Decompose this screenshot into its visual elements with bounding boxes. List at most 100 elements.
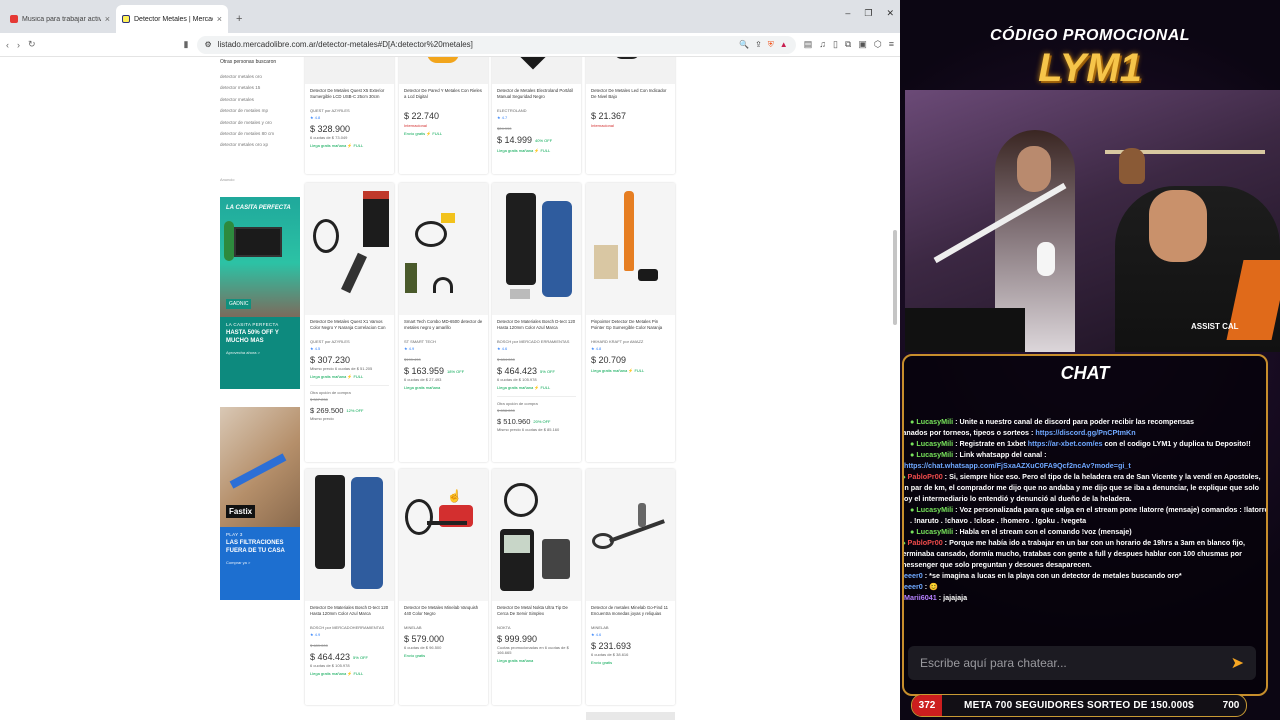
chat-input[interactable]: Escribe aquí para chatear... ➤ (908, 646, 1256, 680)
product-title[interactable]: Detector De Metales Quest X1 Vamos Color… (310, 319, 389, 338)
chat-text: ganados por torneos, tipeos o sorteos : (902, 428, 1036, 437)
product-card[interactable]: Detector De Metales Led Con Indicador De… (586, 57, 675, 174)
chat-user-badge: ● (910, 450, 915, 459)
product-shipping: Llega gratis mañana ⚡ FULL (310, 374, 364, 379)
media-icon[interactable]: ♫ (819, 39, 826, 50)
close-tab-icon[interactable]: × (105, 14, 110, 24)
brave-rewards-icon[interactable]: ▲ (780, 40, 788, 49)
chat-link[interactable]: https://chat.whatsapp.com/FjSxaAZXuC0FA9… (904, 461, 1131, 470)
product-card[interactable]: Detector De Metal Nokta Ultra Tip De Cer… (492, 469, 581, 705)
vpn-icon[interactable]: ⬡ (874, 39, 882, 50)
product-card[interactable]: Detector De Pared Y Metales Con Rieles a… (399, 57, 488, 174)
chat-text: : Si, siempre hice eso. Pero el tipo de … (902, 472, 1261, 503)
zoom-icon[interactable]: 🔍 (739, 40, 749, 49)
sidebar-icon[interactable]: ▯ (833, 39, 838, 50)
new-tab-button[interactable]: + (228, 5, 250, 33)
product-card[interactable]: Pinpointer Detector De Metales Pin Point… (586, 183, 675, 462)
page-scrollbar[interactable] (892, 60, 898, 720)
product-old-price: $ 489.000 (310, 643, 328, 648)
product-rating: ★ 4.6 (497, 346, 508, 351)
chat-username: LucasyMili (916, 527, 954, 536)
ad-banner-gadnic[interactable]: LA CASITA PERFECTA GADNIC LA CASITA PERF… (220, 197, 300, 389)
back-icon[interactable]: ‹ (6, 40, 9, 50)
product-title[interactable]: Detector De Metales Led Con Indicador De… (591, 88, 670, 107)
product-title[interactable]: Detector de Metales Electroland Portátil… (497, 88, 576, 107)
product-card[interactable]: Detector De Materiales Bosch D-tect 120 … (492, 183, 581, 462)
goal-current-count: 372 (912, 695, 942, 716)
bookmark-icon[interactable]: ▮ (184, 39, 189, 50)
promo-label: CÓDIGO PROMOCIONAL (989, 27, 1191, 44)
chat-link[interactable]: https://ar-xbet.com/es (1028, 439, 1103, 448)
product-price: $ 328.900 (310, 124, 351, 134)
product-card[interactable]: Smart Tech Combo MD-6500 detector de met… (399, 183, 488, 462)
coil-image-icon (313, 219, 339, 253)
close-window-icon[interactable]: ✕ (886, 8, 894, 19)
related-search-link[interactable]: detector de metales mp (220, 105, 300, 116)
address-bar[interactable]: ⚙ listado.mercadolibre.com.ar/detector-m… (196, 35, 796, 54)
product-installments: 6 cuotas de $ 73.049 (310, 135, 348, 140)
product-shipping: Llega gratis mañana ⚡ FULL (497, 148, 551, 153)
restore-icon[interactable]: ❐ (864, 8, 872, 19)
related-search-link[interactable]: detector metales 15 (220, 82, 300, 93)
related-search-link[interactable]: detector de metales y oro (220, 117, 300, 128)
wallet-icon[interactable]: ▣ (858, 39, 867, 50)
product-card[interactable]: Detector De Metales Minelab Vanquish 440… (399, 469, 488, 705)
product-card[interactable]: Detector De Metales Quest X5 Exterior Su… (305, 57, 394, 174)
chat-link[interactable]: https://discord.gg/PnCPtmKn (1035, 428, 1135, 437)
ad-label: Anuncio (220, 177, 235, 182)
product-card[interactable]: Detector de Metales Electroland Portátil… (492, 57, 581, 174)
related-search-link[interactable]: detector metales oro (220, 71, 300, 82)
wand-image-icon (517, 57, 549, 70)
ad-cta[interactable]: Comprar ya > (226, 560, 294, 565)
product-price: $ 20.709 (591, 355, 627, 365)
product-title[interactable]: Detector De Metales Quest X5 Exterior Su… (310, 88, 389, 107)
product-rating: ★ 4.8 (310, 115, 321, 120)
product-title[interactable]: Detector De Pared Y Metales Con Rieles a… (404, 88, 483, 107)
product-image (305, 183, 394, 315)
other-purchase-option[interactable]: Otra opción de compra $ 307.230 $ 269.50… (310, 385, 389, 421)
share-icon[interactable]: ⇪ (755, 40, 762, 49)
ad-banner-fastix[interactable]: Fastix PLAY 3 LAS FILTRACIONES FUERA DE … (220, 407, 300, 600)
chat-text: : Unite a nuestro canal de discord para … (953, 417, 1194, 426)
product-title[interactable]: Detector De Metal Nokta Ultra Tip De Cer… (497, 605, 576, 624)
related-search-link[interactable]: detector metales oro xp (220, 139, 300, 150)
other-purchase-option[interactable]: Otra opción de compra $ 638.000 $ 510.96… (497, 396, 576, 432)
accessories-image-icon (542, 539, 570, 579)
product-title[interactable]: Detector de metales Minelab Go-Find 11 E… (591, 605, 670, 624)
site-info-icon[interactable]: ⚙ (205, 40, 212, 49)
chat-username: LucasyMili (916, 505, 954, 514)
product-title[interactable]: Pinpointer Detector De Metales Pin Point… (591, 319, 670, 338)
reload-icon[interactable]: ↻ (28, 39, 36, 50)
batteries-image-icon (510, 289, 530, 299)
ad-cta[interactable]: Aprovecha ahora > (226, 350, 294, 355)
tab-mercadolibre[interactable]: Detector Metales | MercadoLibre × (116, 5, 228, 33)
product-price: $ 14.999 40% OFF (497, 135, 553, 145)
close-tab-icon[interactable]: × (217, 14, 222, 24)
related-search-link[interactable]: detector metales (220, 94, 300, 105)
product-card[interactable]: Detector De Materiales Bosch D-tect 120 … (305, 469, 394, 705)
product-title[interactable]: Detector De Materiales Bosch D-tect 120 … (310, 605, 389, 624)
scrollbar-thumb[interactable] (893, 230, 897, 325)
forward-icon[interactable]: › (17, 40, 20, 50)
minimize-icon[interactable]: – (845, 8, 850, 19)
product-title[interactable]: Detector De Materiales Bosch D-tect 120 … (497, 319, 576, 338)
product-card[interactable]: Detector De Metales Quest X1 Vamos Color… (305, 183, 394, 462)
extensions-icon[interactable]: ⧉ (845, 39, 851, 50)
chat-text: : *se imagina a lucas en la playa con un… (922, 571, 1182, 580)
product-title[interactable]: Smart Tech Combo MD-6500 detector de met… (404, 319, 483, 338)
product-card[interactable]: Detector de metales Minelab Go-Find 11 E… (586, 469, 675, 705)
product-installments: 6 cuotas de $ 105.978 (497, 377, 537, 382)
shovel-image-icon (341, 252, 367, 294)
stud-finder-image-icon (427, 57, 459, 63)
chat-message: ● LucasyMili : Registrate en 1xbet https… (904, 438, 1266, 449)
product-seller: BOSCH por MERCADO ERRAMIENTAS (497, 339, 570, 344)
tab-music[interactable]: Musica para trabajar activo y alegre × (4, 5, 116, 33)
related-search-link[interactable]: detector de metales 80 cm (220, 128, 300, 139)
brave-shield-icon[interactable]: ⛨ (768, 40, 774, 50)
product-seller: NOKTA (497, 625, 511, 630)
product-title[interactable]: Detector De Metales Minelab Vanquish 440… (404, 605, 483, 624)
menu-icon[interactable]: ≡ (889, 39, 894, 50)
product-image (399, 57, 488, 84)
send-icon[interactable]: ➤ (1231, 653, 1244, 673)
reader-icon[interactable]: ▤ (804, 39, 813, 50)
